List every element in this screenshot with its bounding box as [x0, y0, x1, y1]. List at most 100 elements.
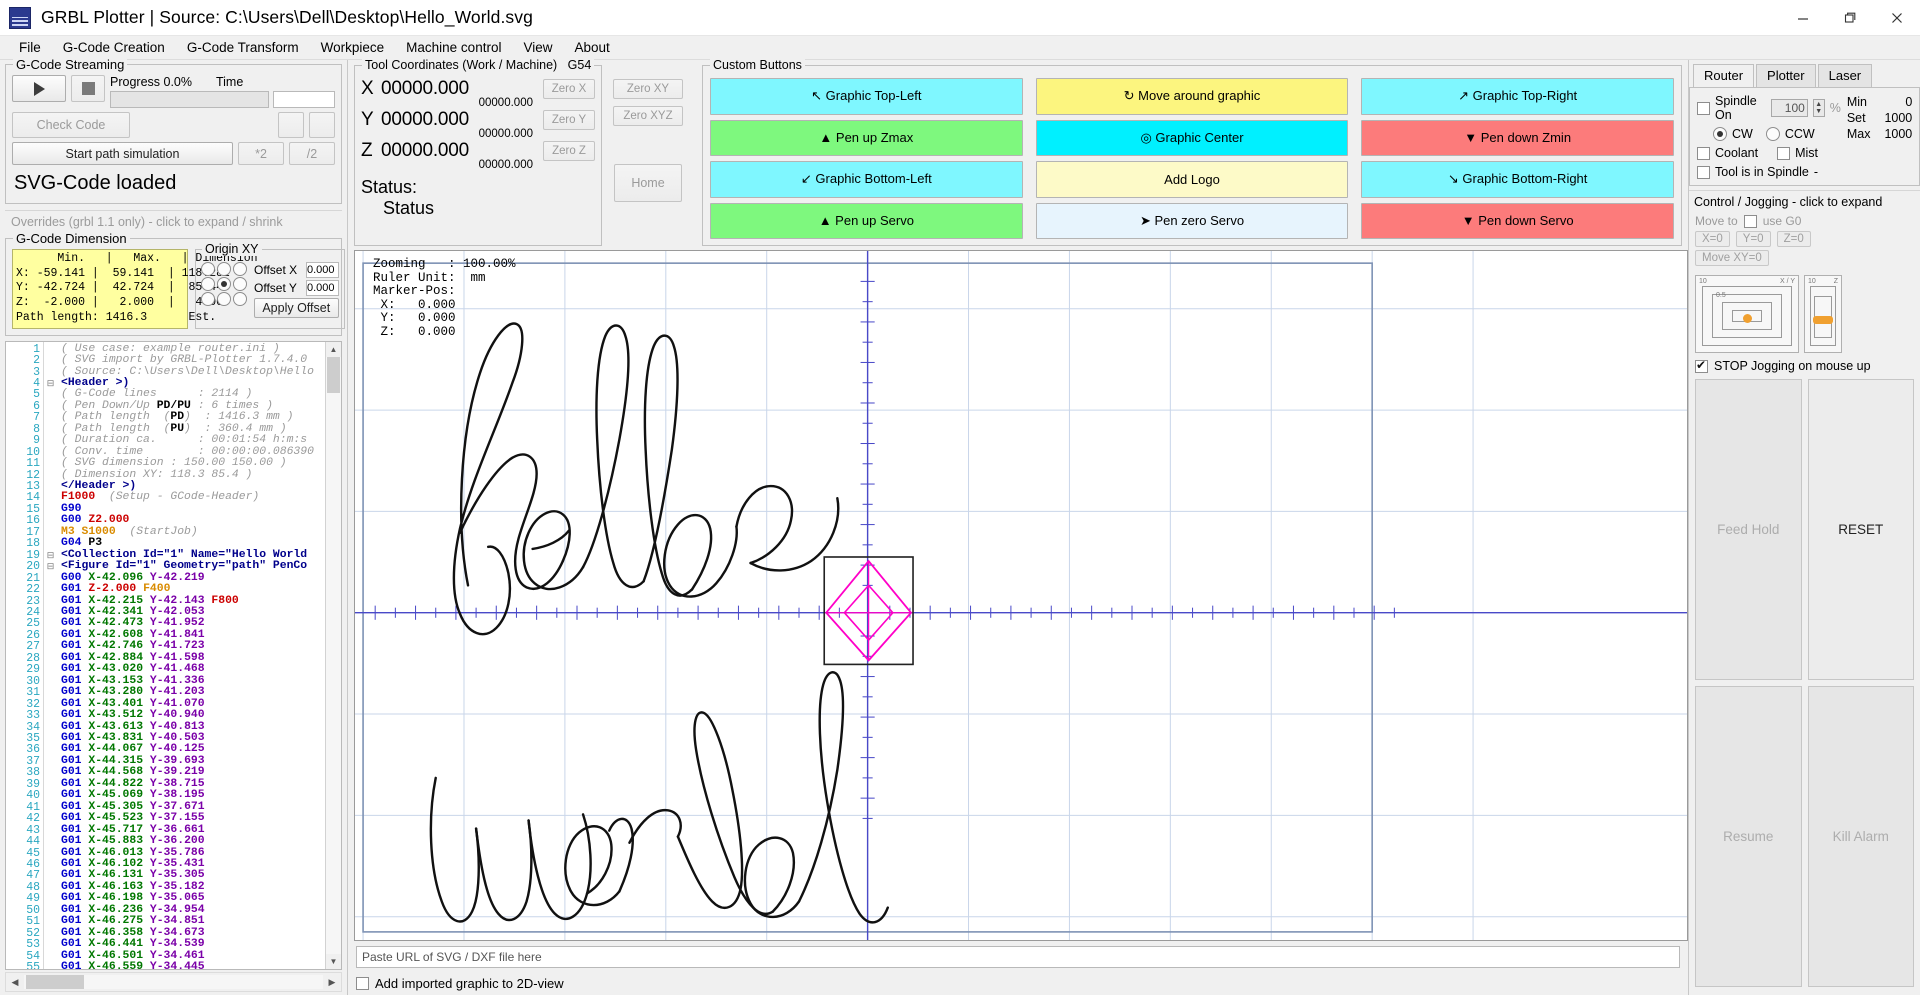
- origin-radio-3[interactable]: [201, 277, 215, 291]
- origin-marker: [823, 556, 914, 666]
- editor-vertical-scrollbar[interactable]: ▲ ▼: [325, 341, 341, 969]
- spindle-set-value: 1000: [1884, 111, 1913, 125]
- move-y0-button[interactable]: Y=0: [1735, 231, 1771, 247]
- custom-button-pen-zero-servo[interactable]: ➤ Pen zero Servo: [1035, 202, 1349, 239]
- origin-radio-1[interactable]: [217, 262, 231, 276]
- custom-button-move-around-graphic[interactable]: ↻ Move around graphic: [1035, 78, 1349, 115]
- editor-fold-column[interactable]: ⊟ ⊟ ⊟: [44, 341, 57, 969]
- custom-button-graphic-bottom-right[interactable]: ↘ Graphic Bottom-Right: [1361, 161, 1674, 198]
- check-code-button[interactable]: Check Code: [12, 112, 130, 138]
- minimize-icon[interactable]: [1779, 0, 1826, 36]
- jog-pad-xy[interactable]: 10 X / Y 0.5: [1695, 275, 1799, 353]
- editor-horizontal-scrollbar[interactable]: ◀ ▶: [5, 972, 342, 992]
- kill-alarm-button[interactable]: Kill Alarm: [1807, 686, 1914, 987]
- add-imported-graphic-checkbox[interactable]: [356, 976, 369, 990]
- restore-icon[interactable]: [1826, 0, 1873, 36]
- zero-xy-button[interactable]: Zero XY: [613, 79, 683, 99]
- menu-gcode-creation[interactable]: G-Code Creation: [52, 37, 176, 58]
- feed-hold-button[interactable]: Feed Hold: [1695, 379, 1802, 680]
- spindle-cw-radio[interactable]: [1713, 127, 1727, 141]
- axis-label-z: Z: [361, 140, 373, 161]
- gcode-editor[interactable]: 1 2 3 4 5 6 7 8 9 10 11 12 13 14 15 16 1…: [5, 340, 342, 970]
- resume-button[interactable]: [309, 112, 335, 138]
- menu-about[interactable]: About: [564, 37, 621, 58]
- scroll-right-icon[interactable]: ▶: [323, 977, 341, 988]
- start-path-simulation-button[interactable]: Start path simulation: [12, 142, 233, 165]
- custom-button-pen-up-servo[interactable]: ▲ Pen up Servo: [710, 202, 1023, 239]
- zero-xyz-button[interactable]: Zero XYZ: [613, 106, 683, 126]
- editor-code[interactable]: ( Use case: example router.ini ) ( SVG i…: [57, 342, 325, 969]
- spindle-on-checkbox[interactable]: [1697, 101, 1710, 115]
- reset-button[interactable]: RESET: [1807, 379, 1914, 680]
- spindle-ccw-radio[interactable]: [1765, 127, 1780, 141]
- custom-button-graphic-top-left[interactable]: ↖ Graphic Top-Left: [710, 78, 1023, 115]
- speed-half-button[interactable]: /2: [289, 142, 335, 165]
- apply-offset-button[interactable]: Apply Offset: [254, 298, 339, 318]
- stop-jogging-checkbox[interactable]: [1695, 358, 1708, 373]
- add-imported-graphic-label: Add imported graphic to 2D-view: [375, 975, 564, 991]
- resume-button-large[interactable]: Resume: [1695, 686, 1802, 987]
- window-title: GRBL Plotter | Source: C:\Users\Dell\Des…: [41, 7, 533, 27]
- origin-radio-2[interactable]: [233, 262, 247, 276]
- spindle-speed-input[interactable]: 100: [1770, 99, 1808, 117]
- move-z0-button[interactable]: Z=0: [1776, 231, 1811, 247]
- home-button[interactable]: Home: [614, 164, 682, 202]
- origin-radio-0[interactable]: [201, 262, 215, 276]
- origin-radio-grid[interactable]: [201, 262, 248, 306]
- overrides-toggle[interactable]: Overrides (grbl 1.1 only) - click to exp…: [5, 210, 342, 232]
- hscroll-track[interactable]: [24, 975, 323, 989]
- custom-button-pen-down-servo[interactable]: ▼ Pen down Servo: [1361, 202, 1674, 239]
- origin-radio-5[interactable]: [233, 277, 247, 291]
- tab-laser[interactable]: Laser: [1817, 64, 1873, 87]
- pause-button[interactable]: [278, 112, 304, 138]
- scroll-track[interactable]: [326, 356, 341, 954]
- offset-x-input[interactable]: 0.000: [306, 262, 339, 278]
- origin-radio-7[interactable]: [217, 292, 231, 306]
- jogging-expand-header[interactable]: Control / Jogging - click to expand: [1689, 190, 1920, 212]
- speed-double-button[interactable]: *2: [238, 142, 284, 165]
- app-icon: [9, 6, 31, 29]
- add-imported-graphic-row[interactable]: Add imported graphic to 2D-view: [356, 971, 1680, 995]
- custom-buttons-label: Custom Buttons: [710, 58, 805, 72]
- menu-workpiece[interactable]: Workpiece: [310, 37, 396, 58]
- tab-router[interactable]: Router: [1693, 64, 1755, 88]
- custom-button-pen-up-zmax[interactable]: ▲ Pen up Zmax: [710, 119, 1023, 156]
- origin-radio-4[interactable]: [217, 277, 231, 291]
- zero-z-button[interactable]: Zero Z: [543, 141, 595, 161]
- scroll-up-icon[interactable]: ▲: [326, 341, 341, 357]
- close-icon[interactable]: [1873, 0, 1920, 36]
- plot-canvas[interactable]: Zooming : 100.00% Ruler Unit: mm Marker-…: [354, 250, 1688, 941]
- origin-radio-8[interactable]: [233, 292, 247, 306]
- custom-button-add-logo[interactable]: Add Logo: [1035, 161, 1349, 198]
- scroll-down-icon[interactable]: ▼: [326, 954, 341, 969]
- coolant-checkbox[interactable]: [1697, 146, 1710, 160]
- start-stream-button[interactable]: [12, 75, 66, 102]
- move-x0-button[interactable]: X=0: [1695, 231, 1730, 247]
- menu-file[interactable]: File: [8, 37, 52, 58]
- scroll-left-icon[interactable]: ◀: [6, 977, 24, 988]
- move-xy0-button[interactable]: Move XY=0: [1695, 250, 1769, 266]
- menu-gcode-transform[interactable]: G-Code Transform: [176, 37, 310, 58]
- hscroll-thumb[interactable]: [26, 975, 84, 989]
- stop-jogging-row[interactable]: STOP Jogging on mouse up: [1695, 358, 1920, 373]
- custom-button-graphic-bottom-left[interactable]: ↙ Graphic Bottom-Left: [710, 161, 1023, 198]
- jog-pad-z[interactable]: 10 Z: [1804, 275, 1842, 353]
- origin-radio-6[interactable]: [201, 292, 215, 306]
- offset-y-input[interactable]: 0.000: [306, 280, 339, 296]
- use-g0-checkbox[interactable]: [1743, 214, 1757, 228]
- zero-x-button[interactable]: Zero X: [543, 79, 595, 99]
- custom-button-graphic-top-right[interactable]: ↗ Graphic Top-Right: [1361, 78, 1674, 115]
- custom-button-graphic-center[interactable]: ◎ Graphic Center: [1035, 119, 1349, 156]
- custom-button-pen-down-zmin[interactable]: ▼ Pen down Zmin: [1361, 119, 1674, 156]
- paste-url-input[interactable]: Paste URL of SVG / DXF file here: [356, 946, 1680, 968]
- work-value-z: 00000.000: [381, 140, 470, 161]
- tab-plotter[interactable]: Plotter: [1756, 64, 1816, 87]
- mist-checkbox[interactable]: [1777, 146, 1791, 160]
- scroll-thumb[interactable]: [327, 356, 340, 393]
- stop-stream-button[interactable]: [71, 75, 105, 102]
- tool-in-spindle-checkbox[interactable]: [1697, 165, 1710, 179]
- menu-machine-control[interactable]: Machine control: [395, 37, 512, 58]
- spindle-spinner-icon[interactable]: ▲ ▼: [1812, 99, 1825, 117]
- menu-view[interactable]: View: [512, 37, 563, 58]
- zero-y-button[interactable]: Zero Y: [543, 110, 595, 130]
